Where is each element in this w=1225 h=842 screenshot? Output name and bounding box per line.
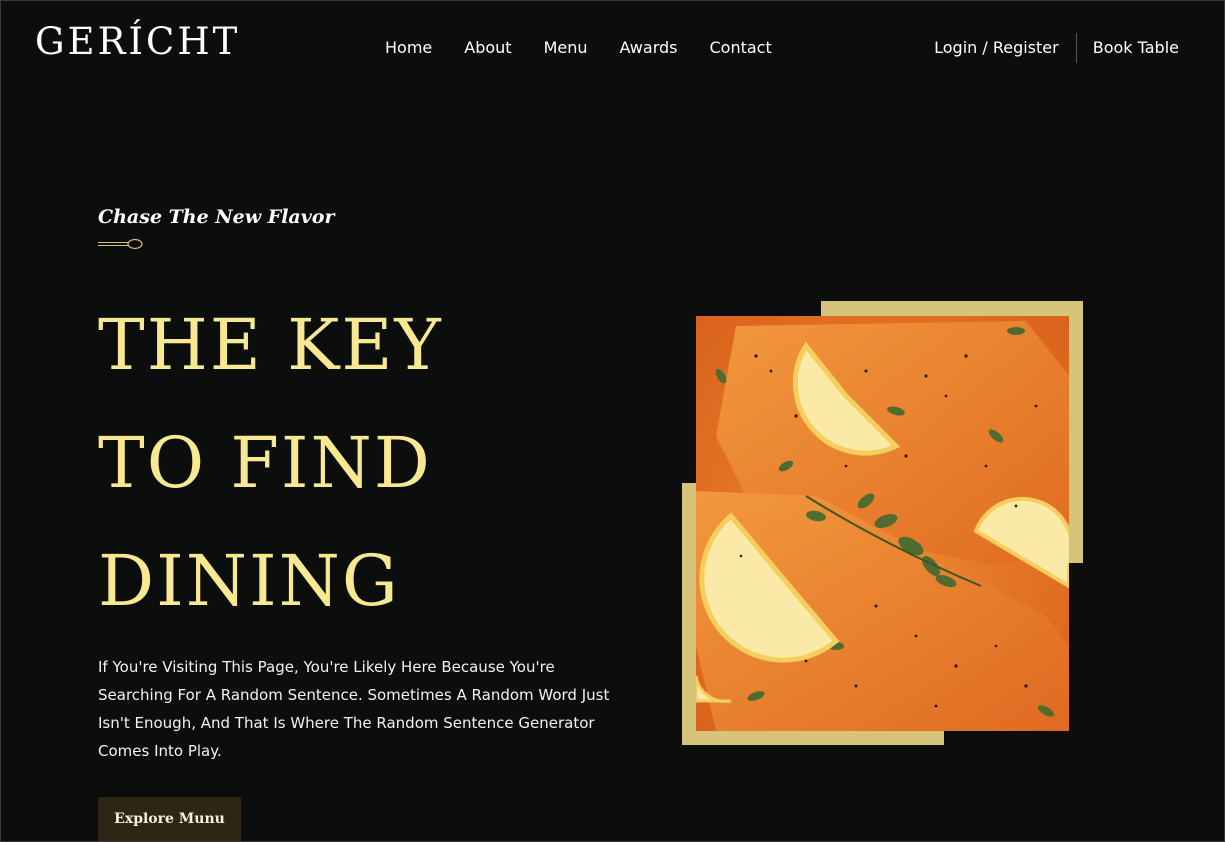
nav-about-link[interactable]: About: [464, 38, 511, 58]
hero-description: If You're Visiting This Page, You're Lik…: [98, 658, 610, 760]
hero-headline: THE KEY TO FIND DINING: [98, 286, 578, 640]
headline-line-2: TO FIND: [98, 422, 432, 504]
salmon-dish-image: [696, 316, 1069, 731]
nav-home-link[interactable]: Home: [385, 38, 432, 58]
logo[interactable]: GERÍCHT: [35, 23, 240, 60]
login-register-link[interactable]: Login / Register: [934, 38, 1059, 58]
headline-line-3: DINING: [98, 540, 400, 622]
main-nav: Home About Menu Awards Contact: [385, 38, 804, 58]
nav-contact-link[interactable]: Contact: [709, 38, 771, 58]
hero-subtitle: Chase The New Flavor: [98, 206, 335, 228]
nav-awards-link[interactable]: Awards: [620, 38, 678, 58]
nav-divider: [1075, 33, 1077, 63]
nav-actions: Login / Register Book Table: [934, 33, 1179, 63]
page: GERÍCHT Home About Menu Awards Contact L…: [0, 0, 1225, 842]
explore-menu-button[interactable]: Explore Munu: [98, 797, 241, 841]
nav-menu-link[interactable]: Menu: [544, 38, 588, 58]
spoon-icon: [98, 238, 143, 250]
book-table-link[interactable]: Book Table: [1093, 38, 1179, 58]
headline-line-1: THE KEY: [98, 304, 443, 386]
